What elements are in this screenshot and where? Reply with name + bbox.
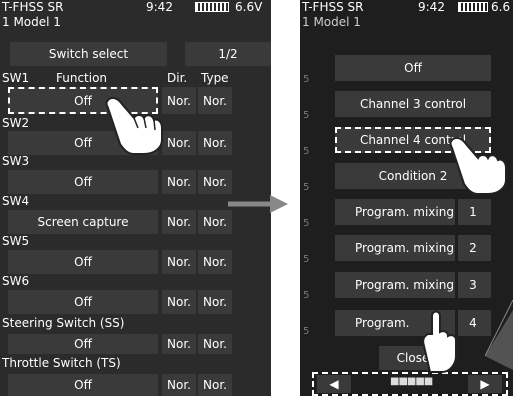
type-cell-ss[interactable]: Nor.: [198, 334, 232, 354]
side-mark: 5: [303, 74, 310, 85]
transition-arrow-icon: [228, 195, 288, 213]
clock: 9:42: [418, 0, 445, 14]
type-cell-sw2[interactable]: Nor.: [198, 131, 232, 155]
function-cell-sw4[interactable]: Screen capture: [8, 210, 158, 234]
col-switch: SW1: [2, 71, 30, 85]
option-number: 2: [469, 241, 477, 255]
dir-cell-sw5[interactable]: Nor.: [162, 250, 196, 274]
type-cell-sw3[interactable]: Nor.: [198, 170, 232, 194]
option-label: Condition 2: [378, 169, 448, 183]
type-cell-sw1[interactable]: Nor.: [198, 87, 232, 114]
option-number: 4: [469, 316, 477, 330]
row-label-sw4: SW4: [2, 194, 30, 208]
type-cell-sw5[interactable]: Nor.: [198, 250, 232, 274]
page-indicator[interactable]: 1/2: [185, 42, 271, 66]
side-mark: 5: [303, 218, 310, 229]
dir-cell-ss[interactable]: Nor.: [162, 334, 196, 354]
next-page-button[interactable]: ▶: [468, 375, 502, 393]
function-cell-sw3[interactable]: Off: [8, 170, 158, 194]
model-type: T-FHSS SR: [2, 0, 64, 14]
function-cell-ss[interactable]: Off: [8, 334, 158, 354]
page-dots: ■■■■■: [390, 376, 433, 387]
row-label-sw6: SW6: [2, 274, 30, 288]
row-label-ts: Throttle Switch (TS): [2, 356, 121, 370]
option-label: Program. mixing: [355, 241, 454, 255]
battery-voltage: 6.6V: [235, 0, 263, 14]
next-arrow-icon: ▶: [480, 377, 490, 391]
option-number: 3: [469, 278, 477, 292]
row-label-sw3: SW3: [2, 154, 30, 168]
pointing-hand-icon: [449, 136, 507, 195]
prev-page-button[interactable]: ◀: [317, 375, 351, 393]
side-mark: 5: [303, 254, 310, 265]
option-label: Off: [404, 61, 422, 75]
side-mark: 5: [303, 110, 310, 121]
function-cell-ts[interactable]: Off: [8, 374, 158, 396]
option-label: Channel 3 control: [359, 97, 467, 111]
dir-cell-sw6[interactable]: Nor.: [162, 290, 196, 314]
model-name: 1 Model 1: [2, 15, 61, 29]
dir-cell-sw4[interactable]: Nor.: [162, 210, 196, 234]
option-off[interactable]: Off: [335, 55, 491, 81]
battery-voltage: 6.6: [491, 0, 511, 14]
type-cell-sw4[interactable]: Nor.: [198, 210, 232, 234]
divider: [455, 235, 458, 261]
status-header: T-FHSS SR 9:42 6.6V 1 Model 1: [0, 0, 271, 32]
option-program-mixing-2[interactable]: Program. mixing 2: [335, 235, 491, 261]
divider: [455, 272, 458, 298]
option-label: Program.: [355, 316, 410, 330]
pointing-hand-icon: [105, 96, 163, 155]
dir-cell-sw3[interactable]: Nor.: [162, 170, 196, 194]
status-header: T-FHSS SR 9:42 6.6 1 Model 1: [300, 0, 513, 32]
model-name: 1 Model 1: [302, 15, 361, 29]
function-select-screen: T-FHSS SR 9:42 6.6 1 Model 1 5 5 5 5 5 5…: [300, 0, 513, 396]
type-cell-sw6[interactable]: Nor.: [198, 290, 232, 314]
zoom-callout-lines: [485, 300, 513, 370]
col-dir: Dir.: [167, 71, 188, 85]
divider: [455, 199, 458, 225]
prev-arrow-icon: ◀: [329, 377, 339, 391]
column-headers: SW1 Function Dir. Type: [0, 70, 271, 86]
dir-cell-ts[interactable]: Nor.: [162, 374, 196, 396]
row-label-ss: Steering Switch (SS): [2, 316, 125, 330]
option-label: Program. mixing: [355, 205, 454, 219]
clock: 9:42: [146, 0, 173, 14]
row-label-sw2: SW2: [2, 116, 30, 130]
option-program-mixing-1[interactable]: Program. mixing 1: [335, 199, 491, 225]
col-function: Function: [56, 71, 108, 85]
model-type: T-FHSS SR: [302, 0, 364, 14]
side-mark: 5: [303, 182, 310, 193]
option-program-mixing-3[interactable]: Program. mixing 3: [335, 272, 491, 298]
option-number: 1: [469, 205, 477, 219]
row-label-sw5: SW5: [2, 234, 30, 248]
col-type: Type: [201, 71, 229, 85]
side-mark: 5: [303, 326, 310, 337]
battery-icon: [195, 2, 229, 12]
battery-icon: [458, 2, 488, 12]
option-channel-3-control[interactable]: Channel 3 control: [335, 91, 491, 117]
page-title: Switch select: [10, 42, 167, 66]
side-mark: 5: [303, 146, 310, 157]
function-cell-sw5[interactable]: Off: [8, 250, 158, 274]
side-mark: 5: [303, 290, 310, 301]
function-cell-sw6[interactable]: Off: [8, 290, 158, 314]
option-label: Program. mixing: [355, 278, 454, 292]
pointing-hand-icon: [422, 310, 457, 373]
type-cell-ts[interactable]: Nor.: [198, 374, 232, 396]
